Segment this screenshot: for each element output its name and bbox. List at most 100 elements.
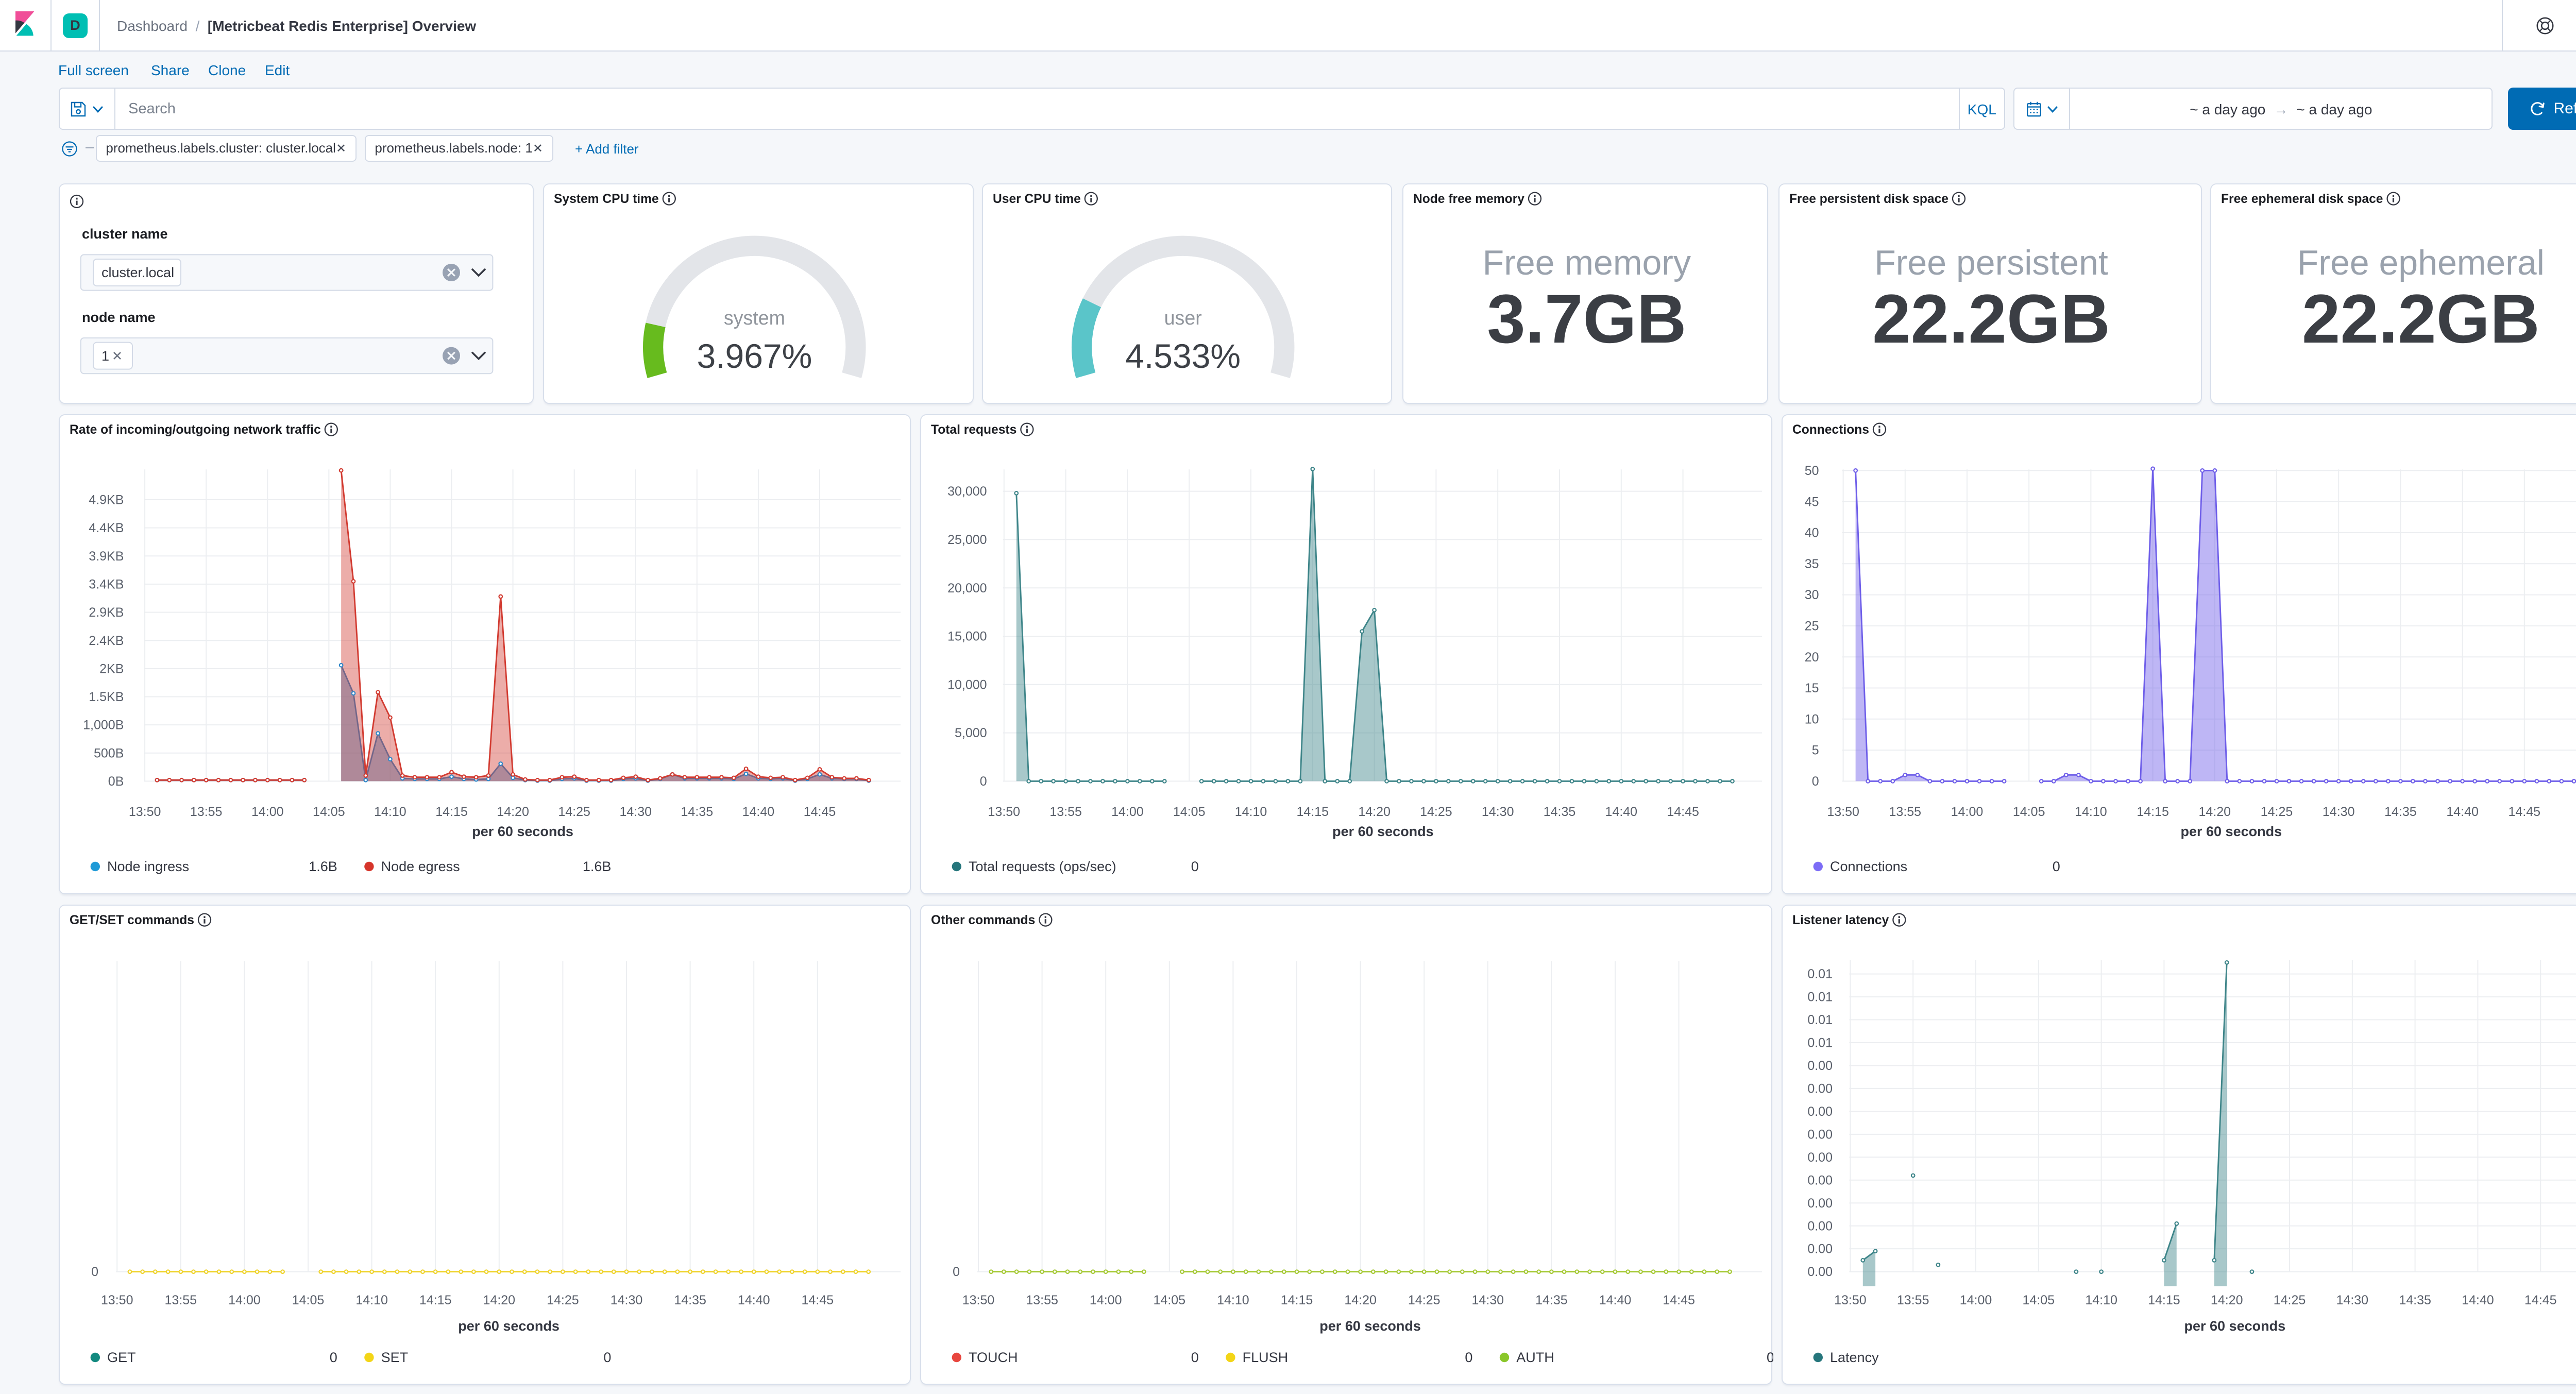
svg-text:system: system [723, 307, 785, 328]
svg-text:22.2GB: 22.2GB [1872, 280, 2110, 357]
svg-text:45: 45 [1804, 495, 1819, 509]
svg-text:10: 10 [1804, 712, 1819, 726]
svg-text:14:20: 14:20 [1344, 1293, 1376, 1307]
svg-text:4.4KB: 4.4KB [88, 521, 123, 535]
svg-text:0.00: 0.00 [1807, 1265, 1832, 1279]
svg-text:2KB: 2KB [99, 661, 123, 676]
svg-text:14:00: 14:00 [251, 805, 283, 819]
svg-text:Node ingress: Node ingress [107, 859, 189, 874]
svg-text:14:45: 14:45 [801, 1293, 834, 1307]
svg-text:14:00: 14:00 [228, 1293, 260, 1307]
svg-text:2.9KB: 2.9KB [88, 605, 123, 620]
svg-text:14:05: 14:05 [312, 805, 345, 819]
svg-text:14:30: 14:30 [2322, 805, 2354, 819]
svg-text:0: 0 [2052, 859, 2060, 874]
svg-text:Connections: Connections [1792, 423, 1869, 437]
svg-text:14:15: 14:15 [2136, 805, 2168, 819]
svg-text:Free persistent disk space: Free persistent disk space [1789, 192, 1948, 206]
svg-text:14:40: 14:40 [2446, 805, 2478, 819]
svg-text:0: 0 [91, 1265, 98, 1279]
svg-text:14:25: 14:25 [546, 1293, 579, 1307]
svg-text:GET: GET [107, 1350, 135, 1365]
svg-text:4.9KB: 4.9KB [88, 493, 123, 507]
svg-text:SET: SET [381, 1350, 408, 1365]
svg-text:3.7GB: 3.7GB [1486, 280, 1686, 357]
svg-text:Free memory: Free memory [1482, 243, 1690, 282]
svg-text:per 60 seconds: per 60 seconds [1319, 1318, 1420, 1334]
svg-text:node name: node name [81, 309, 155, 325]
svg-text:GET/SET commands: GET/SET commands [69, 913, 194, 927]
svg-text:System CPU time: System CPU time [553, 192, 658, 206]
svg-text:0: 0 [329, 1350, 337, 1365]
svg-text:Listener latency: Listener latency [1792, 913, 1889, 927]
svg-text:5: 5 [1811, 743, 1819, 758]
svg-text:14:20: 14:20 [483, 1293, 515, 1307]
svg-text:0: 0 [1811, 774, 1819, 789]
svg-text:14:45: 14:45 [2524, 1293, 2556, 1307]
svg-text:0.00: 0.00 [1807, 1219, 1832, 1233]
svg-text:cluster.local: cluster.local [101, 264, 174, 280]
svg-text:14:45: 14:45 [803, 805, 836, 819]
svg-text:0.00: 0.00 [1807, 1059, 1832, 1073]
svg-text:14:05: 14:05 [2012, 805, 2045, 819]
svg-text:14:20: 14:20 [1358, 805, 1390, 819]
svg-text:25: 25 [1804, 619, 1819, 634]
svg-text:14:30: 14:30 [610, 1293, 642, 1307]
svg-text:0.00: 0.00 [1807, 1082, 1832, 1096]
svg-text:13:50: 13:50 [1834, 1293, 1866, 1307]
svg-text:14:10: 14:10 [374, 805, 406, 819]
svg-text:14:30: 14:30 [2336, 1293, 2368, 1307]
svg-text:Node egress: Node egress [381, 859, 460, 874]
svg-text:14:30: 14:30 [1471, 1293, 1504, 1307]
svg-text:14:05: 14:05 [1173, 805, 1205, 819]
svg-text:0.00: 0.00 [1807, 1173, 1832, 1187]
svg-text:14:35: 14:35 [673, 1293, 706, 1307]
svg-text:User CPU time: User CPU time [993, 192, 1081, 206]
svg-text:0.01: 0.01 [1807, 967, 1832, 981]
svg-text:14:40: 14:40 [1605, 805, 1637, 819]
svg-text:0.01: 0.01 [1807, 990, 1832, 1005]
svg-text:13:50: 13:50 [988, 805, 1020, 819]
svg-text:0: 0 [1191, 859, 1198, 874]
svg-text:0.00: 0.00 [1807, 1242, 1832, 1256]
svg-text:30,000: 30,000 [947, 484, 986, 499]
svg-text:13:55: 13:55 [190, 805, 222, 819]
svg-text:13:55: 13:55 [1049, 805, 1081, 819]
svg-text:14:10: 14:10 [1234, 805, 1267, 819]
svg-text:14:20: 14:20 [496, 805, 529, 819]
svg-text:14:45: 14:45 [1662, 1293, 1694, 1307]
svg-text:14:45: 14:45 [2508, 805, 2540, 819]
svg-text:14:30: 14:30 [619, 805, 651, 819]
svg-text:14:15: 14:15 [2147, 1293, 2180, 1307]
svg-text:1: 1 [101, 348, 109, 363]
svg-text:4.533%: 4.533% [1126, 336, 1241, 375]
svg-text:13:55: 13:55 [164, 1293, 197, 1307]
svg-text:20,000: 20,000 [947, 581, 986, 596]
svg-text:14:25: 14:25 [2273, 1293, 2306, 1307]
svg-text:10,000: 10,000 [947, 677, 986, 692]
svg-text:user: user [1164, 307, 1202, 328]
svg-text:14:20: 14:20 [2210, 1293, 2243, 1307]
svg-text:35: 35 [1804, 557, 1819, 571]
svg-text:14:35: 14:35 [2384, 805, 2416, 819]
svg-text:5,000: 5,000 [954, 726, 987, 740]
svg-text:Free ephemeral: Free ephemeral [2297, 243, 2544, 282]
svg-text:14:10: 14:10 [2084, 1293, 2117, 1307]
svg-text:14:15: 14:15 [435, 805, 467, 819]
svg-text:TOUCH: TOUCH [968, 1350, 1018, 1365]
svg-text:14:20: 14:20 [2198, 805, 2231, 819]
svg-text:Rate of incoming/outgoing netw: Rate of incoming/outgoing network traffi… [69, 423, 320, 437]
svg-text:30: 30 [1804, 588, 1819, 602]
svg-text:14:35: 14:35 [1543, 805, 1575, 819]
svg-text:14:40: 14:40 [2461, 1293, 2494, 1307]
svg-text:14:40: 14:40 [742, 805, 774, 819]
svg-text:13:55: 13:55 [1889, 805, 1921, 819]
svg-text:14:35: 14:35 [2398, 1293, 2431, 1307]
svg-text:Node free memory: Node free memory [1413, 192, 1524, 206]
svg-text:0: 0 [1766, 1350, 1773, 1365]
svg-text:15: 15 [1804, 681, 1819, 695]
svg-text:14:05: 14:05 [292, 1293, 324, 1307]
svg-text:14:25: 14:25 [1419, 805, 1452, 819]
svg-text:0.00: 0.00 [1807, 1150, 1832, 1165]
svg-text:1.6B: 1.6B [308, 859, 337, 874]
